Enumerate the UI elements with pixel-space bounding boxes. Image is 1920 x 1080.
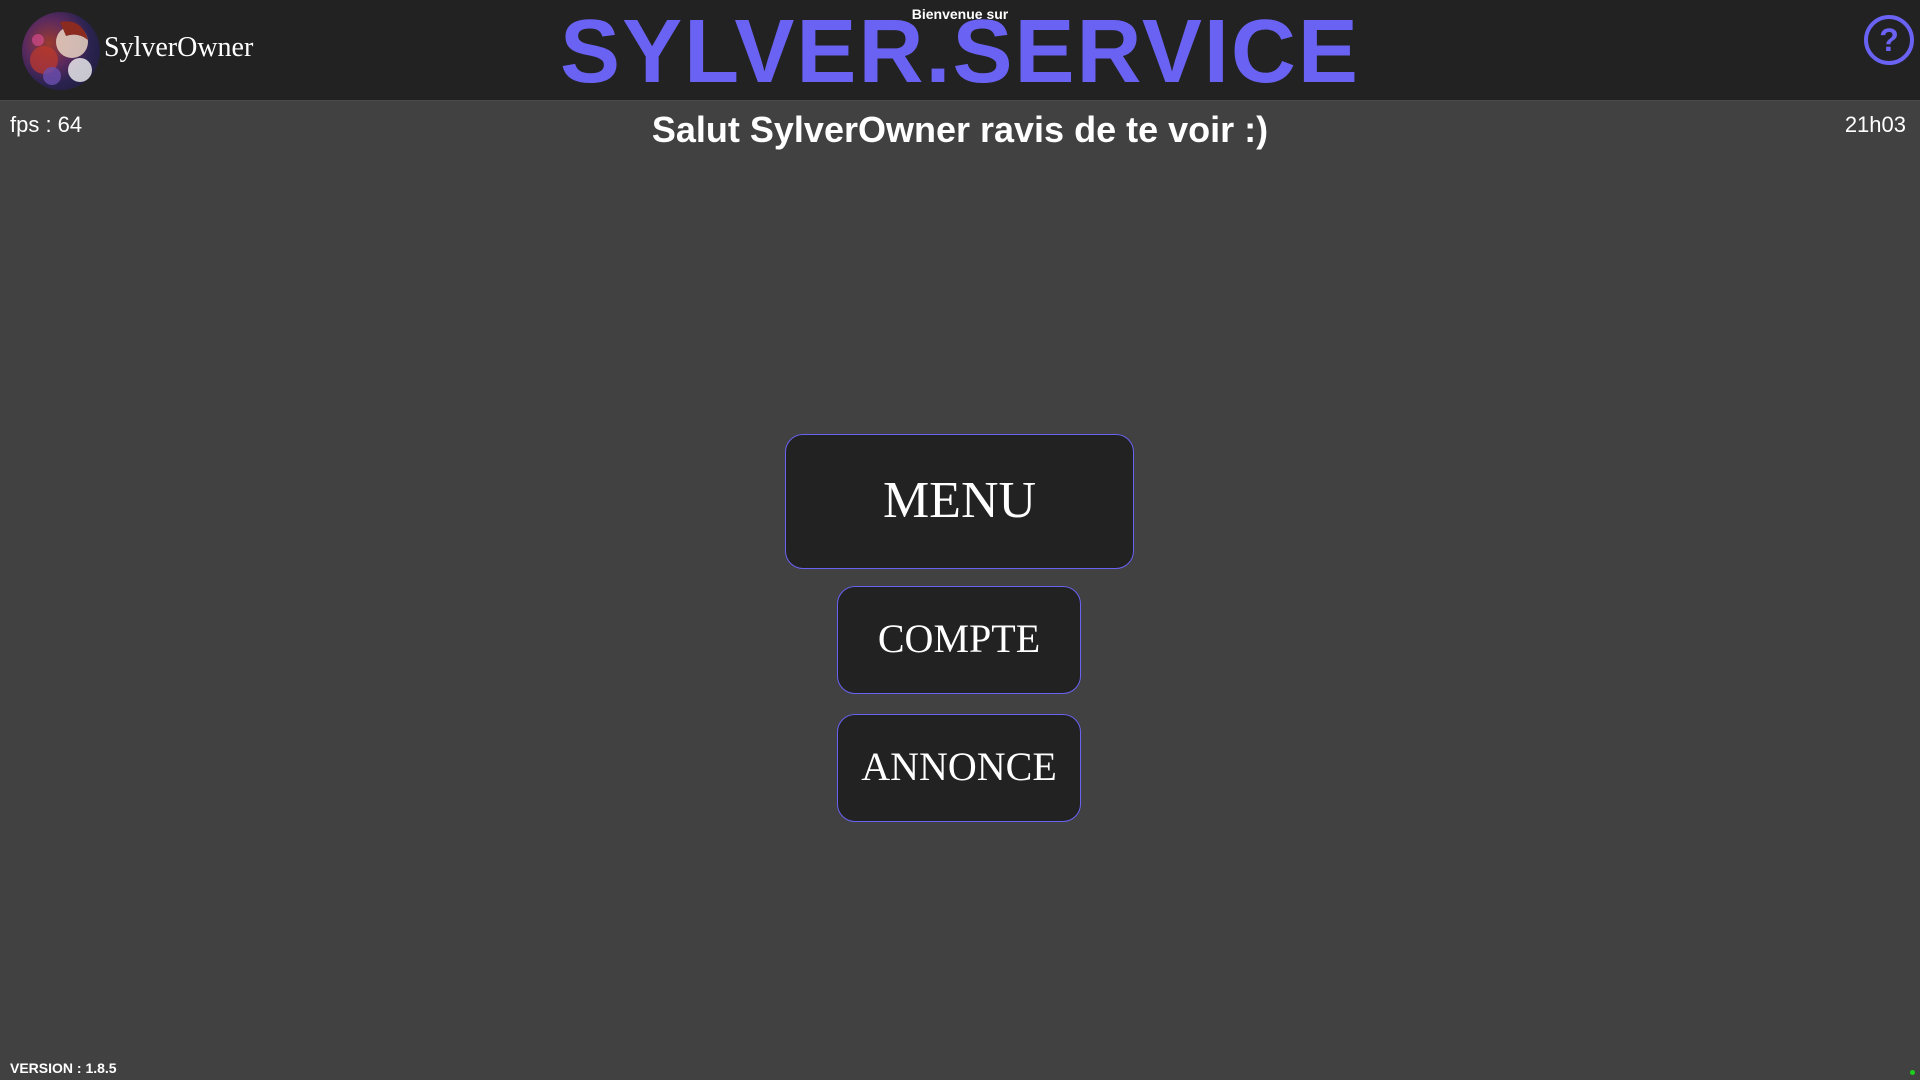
top-header: SylverOwner SYLVER.SERVICE Bienvenue sur… xyxy=(0,0,1920,102)
annonce-button[interactable]: ANNONCE xyxy=(837,714,1081,822)
connection-status-dot xyxy=(1910,1070,1915,1075)
welcome-text: Bienvenue sur xyxy=(911,6,1009,22)
menu-button[interactable]: MENU xyxy=(785,434,1134,569)
version-label: VERSION : 1.8.5 xyxy=(10,1060,117,1076)
greeting-text: Salut SylverOwner ravis de te voir :) xyxy=(651,109,1269,150)
help-icon[interactable]: ? xyxy=(1864,15,1914,65)
compte-button[interactable]: COMPTE xyxy=(837,586,1081,694)
clock-time: 21h03 xyxy=(1844,112,1906,137)
